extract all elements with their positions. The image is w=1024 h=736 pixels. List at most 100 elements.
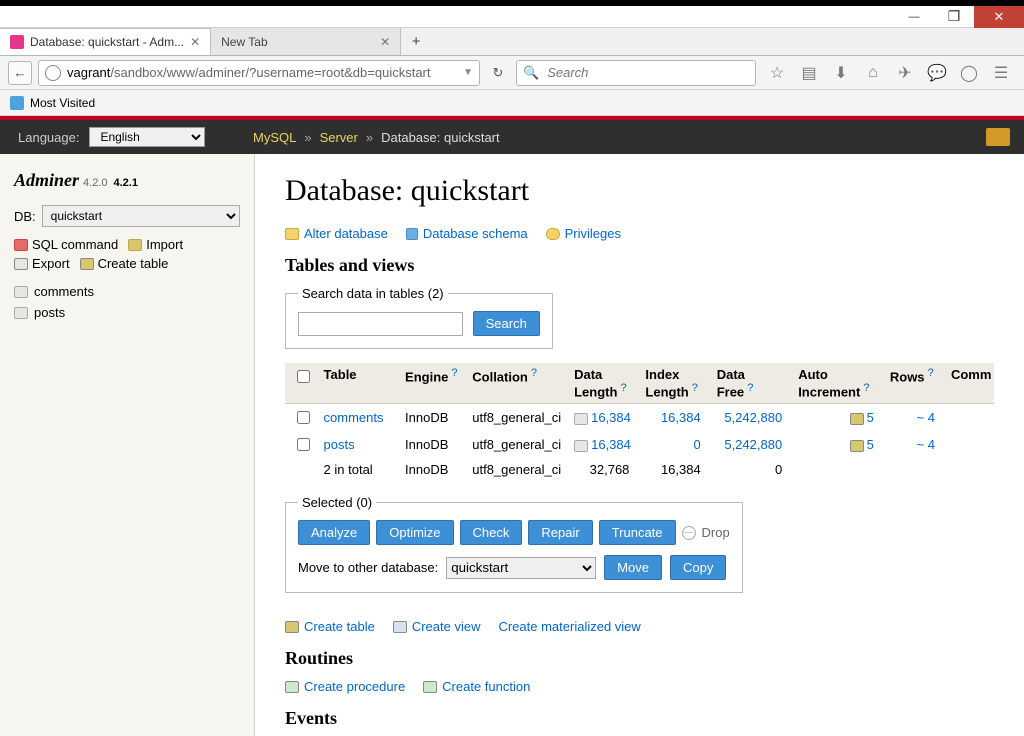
window-controls: — ❐ ✕ <box>0 6 1024 28</box>
selected-fieldset: Selected (0) Analyze Optimize Check Repa… <box>285 495 743 593</box>
browser-toolbar: ← vagrant/sandbox/www/adminer/?username=… <box>0 56 1024 90</box>
globe-outline-icon[interactable]: ◯ <box>960 63 978 83</box>
downloads-icon[interactable]: ⬇ <box>832 63 850 83</box>
create-table-icon <box>285 621 299 633</box>
table-icon <box>14 307 28 319</box>
select-all-checkbox[interactable] <box>297 370 310 383</box>
create-view-icon <box>393 621 407 633</box>
bookmark-star-icon[interactable]: ☆ <box>768 63 786 83</box>
crumb-current: Database: quickstart <box>381 130 500 145</box>
back-button[interactable]: ← <box>8 61 32 85</box>
sidebar-table-comments[interactable]: comments <box>14 281 240 302</box>
chat-icon[interactable]: 💬 <box>928 63 946 83</box>
move-button[interactable]: Move <box>604 555 662 580</box>
reading-list-icon[interactable]: ▤ <box>800 63 818 83</box>
page-title: Database: quickstart <box>285 174 994 208</box>
alter-icon <box>285 228 299 240</box>
sidebar-table-posts[interactable]: posts <box>14 302 240 323</box>
table-link-comments[interactable]: comments <box>324 410 384 425</box>
privileges-link[interactable]: Privileges <box>546 226 621 241</box>
restore-button[interactable]: ❐ <box>934 6 974 28</box>
menu-icon[interactable]: ☰ <box>992 63 1010 83</box>
table-icon <box>850 413 864 425</box>
sql-icon <box>14 239 28 251</box>
alter-database-link[interactable]: Alter database <box>285 226 388 241</box>
create-table-link[interactable]: Create table <box>80 256 169 271</box>
browser-tab-1[interactable]: Database: quickstart - Adm... ✕ <box>0 28 211 55</box>
database-schema-link[interactable]: Database schema <box>406 226 528 241</box>
search-input[interactable] <box>298 312 463 336</box>
reload-button[interactable]: ↻ <box>486 61 510 85</box>
browser-search[interactable]: 🔍 <box>516 60 756 86</box>
col-table: Table <box>316 363 397 404</box>
bookmark-most-visited[interactable]: Most Visited <box>30 96 95 110</box>
table-link-posts[interactable]: posts <box>324 437 355 452</box>
create-table-icon <box>80 258 94 270</box>
search-fieldset: Search data in tables (2) Search <box>285 286 553 349</box>
browser-tab-2[interactable]: New Tab ✕ <box>211 28 401 55</box>
url-bar[interactable]: vagrant/sandbox/www/adminer/?username=ro… <box>38 60 480 86</box>
db-select[interactable]: quickstart <box>42 205 240 227</box>
home-icon[interactable]: ⌂ <box>864 64 882 82</box>
search-button[interactable]: Search <box>473 311 540 336</box>
create-matview-link[interactable]: Create materialized view <box>498 619 640 634</box>
tab-title: New Tab <box>221 35 267 49</box>
language-select[interactable]: English <box>89 127 205 147</box>
table-icon <box>14 286 28 298</box>
table-row: comments InnoDB utf8_general_ci 16,384 1… <box>285 404 994 432</box>
search-icon: 🔍 <box>523 65 539 81</box>
tab-title: Database: quickstart - Adm... <box>30 35 184 49</box>
new-tab-button[interactable]: + <box>401 28 431 55</box>
copy-button[interactable]: Copy <box>670 555 726 580</box>
table-row: posts InnoDB utf8_general_ci 16,384 0 5,… <box>285 431 994 458</box>
row-checkbox[interactable] <box>297 411 310 424</box>
dropdown-icon[interactable]: ▼ <box>463 67 473 78</box>
app-topbar: Language: English MySQL » Server » Datab… <box>0 120 1024 154</box>
truncate-button[interactable]: Truncate <box>599 520 676 545</box>
tables-grid: Table Engine ? Collation ? DataLength ? … <box>285 363 994 481</box>
sidebar: Adminer4.2.04.2.1 DB: quickstart SQL com… <box>0 154 255 736</box>
table-icon <box>574 440 588 452</box>
key-icon <box>546 228 560 240</box>
tables-heading: Tables and views <box>285 255 994 276</box>
col-collation: Collation ? <box>464 363 566 404</box>
import-link[interactable]: Import <box>128 237 183 252</box>
create-function-link[interactable]: Create function <box>423 679 530 694</box>
create-procedure-link[interactable]: Create procedure <box>285 679 405 694</box>
sql-command-link[interactable]: SQL command <box>14 237 118 252</box>
optimize-button[interactable]: Optimize <box>376 520 453 545</box>
close-window-button[interactable]: ✕ <box>974 6 1024 28</box>
tab-close-icon[interactable]: ✕ <box>380 35 390 49</box>
analyze-button[interactable]: Analyze <box>298 520 370 545</box>
language-label: Language: <box>18 130 79 145</box>
send-icon[interactable]: ✈ <box>896 63 914 83</box>
bookmark-folder-icon <box>10 96 24 110</box>
browser-search-input[interactable] <box>545 64 749 81</box>
function-icon <box>423 681 437 693</box>
repair-button[interactable]: Repair <box>528 520 592 545</box>
col-indexlength: IndexLength ? <box>637 363 708 404</box>
tab-close-icon[interactable]: ✕ <box>190 35 200 49</box>
crumb-mysql[interactable]: MySQL <box>253 130 296 145</box>
col-datafree: DataFree ? <box>709 363 790 404</box>
check-button[interactable]: Check <box>460 520 523 545</box>
create-view-link[interactable]: Create view <box>393 619 481 634</box>
crumb-server[interactable]: Server <box>320 130 358 145</box>
content: Database: quickstart Alter database Data… <box>255 154 1024 736</box>
table-icon <box>850 440 864 452</box>
minimize-button[interactable]: — <box>894 6 934 28</box>
browser-icons: ☆ ▤ ⬇ ⌂ ✈ 💬 ◯ ☰ <box>762 63 1016 83</box>
selected-legend: Selected (0) <box>298 495 376 510</box>
create-table-link[interactable]: Create table <box>285 619 375 634</box>
events-heading: Events <box>285 708 994 729</box>
row-checkbox[interactable] <box>297 438 310 451</box>
drop-disabled-icon: — <box>682 526 696 540</box>
export-link[interactable]: Export <box>14 256 70 271</box>
col-comment: Comm <box>943 363 994 404</box>
logout-icon[interactable] <box>986 128 1010 146</box>
move-label: Move to other database: <box>298 560 438 575</box>
schema-icon <box>406 228 418 240</box>
url-text: vagrant/sandbox/www/adminer/?username=ro… <box>67 65 457 80</box>
move-db-select[interactable]: quickstart <box>446 557 596 579</box>
procedure-icon <box>285 681 299 693</box>
